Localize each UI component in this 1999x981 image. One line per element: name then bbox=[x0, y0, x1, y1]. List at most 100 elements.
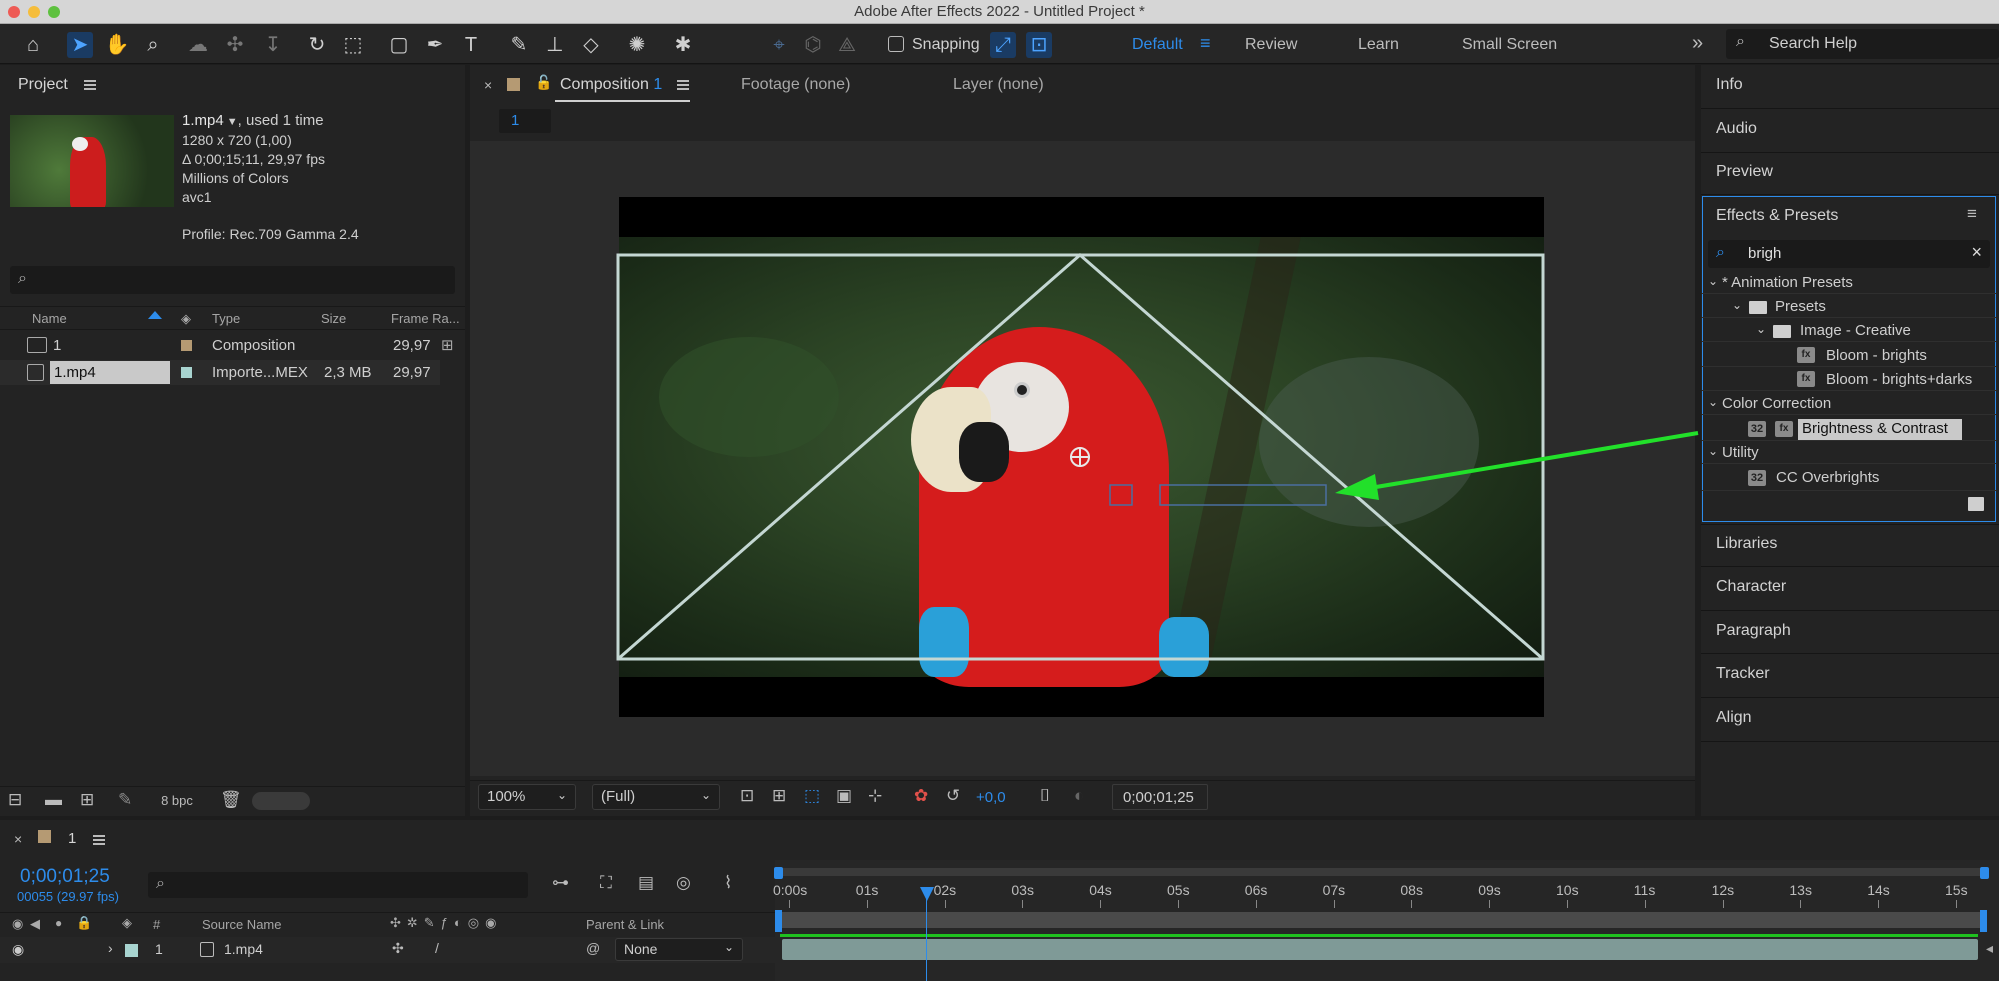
video-visibility-icon[interactable]: ◉ bbox=[12, 941, 24, 958]
panel-align[interactable]: Align bbox=[1716, 709, 1752, 727]
parent-dropdown[interactable]: None ⌄ bbox=[615, 938, 743, 961]
chevron-right-icon[interactable]: › bbox=[108, 940, 113, 956]
graph-editor-icon[interactable]: ⌇ bbox=[724, 873, 732, 893]
color-channels-icon[interactable]: ✿ bbox=[914, 786, 928, 806]
transparency-grid-icon[interactable]: ⊞ bbox=[772, 786, 786, 806]
layer-name[interactable]: 1.mp4 bbox=[224, 941, 263, 957]
search-icon: ⌕ bbox=[1716, 244, 1725, 261]
zoom-timeline-icon[interactable]: ◂ bbox=[1986, 940, 1993, 957]
col-source-name[interactable]: Source Name bbox=[202, 917, 281, 932]
ruler-tick bbox=[944, 900, 946, 908]
timeline-current-time[interactable]: 0;00;01;25 bbox=[20, 866, 110, 888]
ruler-tick-label: 05s bbox=[1167, 882, 1190, 898]
timeline-tab[interactable]: 1 bbox=[68, 830, 76, 847]
ruler-tick bbox=[1178, 900, 1179, 908]
effects-search-value: brigh bbox=[1748, 245, 1782, 262]
fast-previews-icon[interactable]: ⊡ bbox=[740, 786, 754, 806]
ruler-tick bbox=[1100, 900, 1102, 908]
ruler-tick bbox=[1800, 900, 1802, 908]
region-of-interest-icon[interactable]: ▣ bbox=[836, 786, 852, 806]
tree-color-correction[interactable]: Color Correction bbox=[1722, 395, 1831, 412]
timeline-menu-icon[interactable] bbox=[93, 835, 105, 845]
ruler-tick-label: 02s bbox=[933, 882, 957, 898]
panel-character[interactable]: Character bbox=[1716, 578, 1786, 596]
video-visibility-icon[interactable]: ◉ bbox=[12, 916, 23, 932]
out-point-marker[interactable] bbox=[1980, 910, 1987, 932]
lock-icon[interactable]: 🔒 bbox=[76, 915, 92, 931]
switches-icons[interactable]: ✣✲✎ƒ◐◎◉ bbox=[390, 915, 502, 931]
reset-exposure-icon[interactable]: ↺ bbox=[946, 786, 960, 806]
quality-switch-icon[interactable]: / bbox=[435, 940, 439, 956]
panel-paragraph[interactable]: Paragraph bbox=[1716, 622, 1791, 640]
panel-tracker[interactable]: Tracker bbox=[1716, 665, 1770, 683]
ruler-tick-label: 08s bbox=[1400, 882, 1423, 898]
audio-icon[interactable]: ◀ bbox=[30, 916, 40, 932]
comp-color-swatch bbox=[38, 830, 51, 843]
new-preset-icon[interactable] bbox=[1968, 497, 1984, 511]
pick-whip-icon[interactable]: @ bbox=[586, 940, 600, 956]
tree-bloom-brights[interactable]: Bloom - brights bbox=[1826, 347, 1927, 364]
chevron-down-icon[interactable]: ⌄ bbox=[1756, 322, 1766, 336]
work-area-bar[interactable] bbox=[777, 868, 1985, 876]
preset-file-icon: fx bbox=[1797, 347, 1815, 363]
playhead-handle[interactable] bbox=[920, 887, 934, 901]
composition-flowchart-icon[interactable]: ⊶ bbox=[552, 873, 569, 893]
tree-brightness-contrast[interactable]: Brightness & Contrast bbox=[1798, 419, 1962, 440]
clear-search-icon[interactable]: × bbox=[1971, 242, 1982, 263]
snapshot-camera-icon[interactable]: ⌷ bbox=[1040, 786, 1050, 806]
ruler-tick-label: 06s bbox=[1244, 882, 1268, 898]
ruler-tick bbox=[1878, 900, 1880, 908]
ruler-tick bbox=[1333, 900, 1335, 908]
work-area-end-handle[interactable] bbox=[1980, 867, 1989, 879]
tree-cc-overbrights[interactable]: CC Overbrights bbox=[1776, 469, 1879, 486]
panel-libraries[interactable]: Libraries bbox=[1716, 535, 1777, 553]
shy-switch-icon[interactable]: ✣ bbox=[392, 940, 404, 957]
tree-presets[interactable]: Presets bbox=[1775, 298, 1826, 315]
drop-target-small bbox=[1109, 484, 1133, 506]
mask-visibility-icon[interactable]: ⬚ bbox=[804, 786, 820, 806]
chevron-down-icon[interactable]: ⌄ bbox=[1708, 274, 1718, 288]
panel-audio[interactable]: Audio bbox=[1716, 120, 1757, 138]
frame-blending-icon[interactable]: ◎ bbox=[676, 873, 691, 893]
timeline-search-input[interactable]: ⌕ bbox=[148, 872, 528, 898]
in-point-marker[interactable] bbox=[775, 910, 782, 932]
exposure-value[interactable]: +0,0 bbox=[976, 789, 1006, 806]
solo-icon[interactable]: ● bbox=[55, 916, 62, 930]
panel-preview[interactable]: Preview bbox=[1716, 163, 1773, 181]
close-tab-icon[interactable]: × bbox=[14, 831, 22, 847]
folder-icon bbox=[1773, 325, 1791, 338]
resolution-dropdown[interactable]: (Full) ⌄ bbox=[592, 784, 720, 810]
current-time-display[interactable]: 0;00;01;25 bbox=[1112, 784, 1208, 810]
layer-index: 1 bbox=[155, 941, 163, 957]
cache-indicator-bar bbox=[780, 934, 1978, 937]
shy-layers-icon[interactable]: ▤ bbox=[638, 873, 654, 893]
ruler-tick-label: 09s bbox=[1478, 882, 1501, 898]
chevron-down-icon[interactable]: ⌄ bbox=[1708, 444, 1718, 458]
ruler-tick-label: 14s bbox=[1867, 882, 1890, 898]
draft-3d-icon[interactable]: ⛶ bbox=[600, 873, 612, 893]
effects-presets-title[interactable]: Effects & Presets bbox=[1716, 207, 1838, 225]
work-area-start-handle[interactable] bbox=[774, 867, 783, 879]
effects-menu-icon[interactable]: ≡ bbox=[1967, 204, 1977, 224]
chevron-down-icon[interactable]: ⌄ bbox=[1708, 395, 1718, 409]
ruler-tick bbox=[1411, 900, 1413, 908]
panel-info[interactable]: Info bbox=[1716, 76, 1743, 94]
effects-search-input[interactable]: ⌕ brigh × bbox=[1708, 240, 1990, 268]
label-color-swatch[interactable] bbox=[125, 944, 138, 957]
tree-utility[interactable]: Utility bbox=[1722, 444, 1759, 461]
tree-bloom-brights-darks[interactable]: Bloom - brights+darks bbox=[1826, 371, 1972, 388]
tree-image-creative[interactable]: Image - Creative bbox=[1800, 322, 1911, 339]
show-snapshot-icon[interactable]: ◐ bbox=[1074, 786, 1084, 806]
chevron-down-icon[interactable]: ⌄ bbox=[1732, 298, 1742, 312]
zoom-dropdown[interactable]: 100% ⌄ bbox=[478, 784, 576, 810]
guides-options-icon[interactable]: ⊹ bbox=[868, 786, 882, 806]
table-row[interactable]: ◉ › 1 1.mp4 ✣ / @ None ⌄ bbox=[0, 937, 775, 963]
layer-duration-bar[interactable] bbox=[782, 939, 1978, 960]
playhead-line[interactable] bbox=[926, 888, 927, 981]
comp-duration-bar bbox=[777, 912, 1985, 928]
ruler-tick-label: 01s bbox=[855, 882, 879, 898]
col-parent-link[interactable]: Parent & Link bbox=[586, 917, 664, 932]
ruler-tick-label: 03s bbox=[1011, 882, 1034, 898]
tree-animation-presets[interactable]: * Animation Presets bbox=[1722, 274, 1853, 291]
label-tag-icon[interactable]: ◈ bbox=[122, 915, 132, 931]
